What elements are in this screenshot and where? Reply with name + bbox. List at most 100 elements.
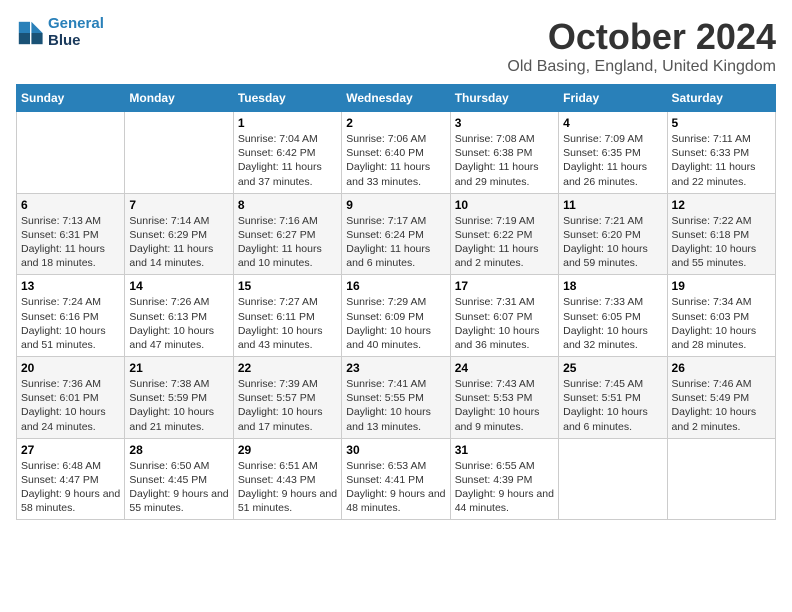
day-number: 7: [129, 198, 228, 212]
title-block: October 2024 Old Basing, England, United…: [507, 16, 776, 76]
week-row-5: 27 Sunrise: 6:48 AM Sunset: 4:47 PM Dayli…: [17, 438, 776, 520]
calendar-cell: 27 Sunrise: 6:48 AM Sunset: 4:47 PM Dayli…: [17, 438, 125, 520]
weekday-header-thursday: Thursday: [450, 85, 558, 112]
day-info: Sunrise: 7:34 AM Sunset: 6:03 PM Dayligh…: [672, 295, 771, 352]
calendar-cell: 11 Sunrise: 7:21 AM Sunset: 6:20 PM Dayli…: [559, 193, 667, 275]
location: Old Basing, England, United Kingdom: [507, 58, 776, 76]
month-title: October 2024: [507, 16, 776, 58]
day-number: 14: [129, 279, 228, 293]
day-number: 6: [21, 198, 120, 212]
weekday-header-wednesday: Wednesday: [342, 85, 450, 112]
day-number: 26: [672, 361, 771, 375]
day-number: 22: [238, 361, 337, 375]
day-info: Sunrise: 6:50 AM Sunset: 4:45 PM Dayligh…: [129, 459, 228, 516]
day-number: 21: [129, 361, 228, 375]
calendar-cell: 30 Sunrise: 6:53 AM Sunset: 4:41 PM Dayli…: [342, 438, 450, 520]
day-info: Sunrise: 7:08 AM Sunset: 6:38 PM Dayligh…: [455, 132, 554, 189]
calendar-cell: 28 Sunrise: 6:50 AM Sunset: 4:45 PM Dayli…: [125, 438, 233, 520]
logo-icon: [16, 19, 44, 47]
day-number: 25: [563, 361, 662, 375]
calendar-cell: 5Sunrise: 7:11 AM Sunset: 6:33 PM Daylig…: [667, 112, 775, 194]
day-number: 24: [455, 361, 554, 375]
day-number: 15: [238, 279, 337, 293]
day-number: 11: [563, 198, 662, 212]
day-info: Sunrise: 7:19 AM Sunset: 6:22 PM Dayligh…: [455, 214, 554, 271]
calendar-cell: 4 Sunrise: 7:09 AM Sunset: 6:35 PM Daylig…: [559, 112, 667, 194]
calendar-cell: 12Sunrise: 7:22 AM Sunset: 6:18 PM Dayli…: [667, 193, 775, 275]
calendar-table: SundayMondayTuesdayWednesdayThursdayFrid…: [16, 84, 776, 520]
calendar-cell: 23Sunrise: 7:41 AM Sunset: 5:55 PM Dayli…: [342, 357, 450, 439]
logo-text: General Blue: [48, 16, 104, 49]
calendar-cell: [667, 438, 775, 520]
calendar-cell: 6 Sunrise: 7:13 AM Sunset: 6:31 PM Daylig…: [17, 193, 125, 275]
page-header: General Blue October 2024 Old Basing, En…: [16, 16, 776, 76]
day-info: Sunrise: 7:09 AM Sunset: 6:35 PM Dayligh…: [563, 132, 662, 189]
day-number: 3: [455, 116, 554, 130]
day-info: Sunrise: 7:17 AM Sunset: 6:24 PM Dayligh…: [346, 214, 445, 271]
calendar-cell: 3 Sunrise: 7:08 AM Sunset: 6:38 PM Daylig…: [450, 112, 558, 194]
calendar-cell: 25 Sunrise: 7:45 AM Sunset: 5:51 PM Dayli…: [559, 357, 667, 439]
calendar-cell: 21 Sunrise: 7:38 AM Sunset: 5:59 PM Dayli…: [125, 357, 233, 439]
day-info: Sunrise: 7:38 AM Sunset: 5:59 PM Dayligh…: [129, 377, 228, 434]
day-number: 31: [455, 443, 554, 457]
weekday-header-row: SundayMondayTuesdayWednesdayThursdayFrid…: [17, 85, 776, 112]
weekday-header-friday: Friday: [559, 85, 667, 112]
day-info: Sunrise: 7:14 AM Sunset: 6:29 PM Dayligh…: [129, 214, 228, 271]
day-number: 18: [563, 279, 662, 293]
weekday-header-tuesday: Tuesday: [233, 85, 341, 112]
day-info: Sunrise: 7:31 AM Sunset: 6:07 PM Dayligh…: [455, 295, 554, 352]
calendar-cell: 29Sunrise: 6:51 AM Sunset: 4:43 PM Dayli…: [233, 438, 341, 520]
calendar-cell: 31 Sunrise: 6:55 AM Sunset: 4:39 PM Dayli…: [450, 438, 558, 520]
day-number: 16: [346, 279, 445, 293]
calendar-cell: 15Sunrise: 7:27 AM Sunset: 6:11 PM Dayli…: [233, 275, 341, 357]
week-row-3: 13Sunrise: 7:24 AM Sunset: 6:16 PM Dayli…: [17, 275, 776, 357]
day-number: 23: [346, 361, 445, 375]
day-info: Sunrise: 7:26 AM Sunset: 6:13 PM Dayligh…: [129, 295, 228, 352]
day-number: 28: [129, 443, 228, 457]
day-number: 27: [21, 443, 120, 457]
day-number: 1: [238, 116, 337, 130]
day-number: 9: [346, 198, 445, 212]
day-info: Sunrise: 7:29 AM Sunset: 6:09 PM Dayligh…: [346, 295, 445, 352]
calendar-cell: 13Sunrise: 7:24 AM Sunset: 6:16 PM Dayli…: [17, 275, 125, 357]
calendar-cell: 17 Sunrise: 7:31 AM Sunset: 6:07 PM Dayli…: [450, 275, 558, 357]
day-info: Sunrise: 6:53 AM Sunset: 4:41 PM Dayligh…: [346, 459, 445, 516]
day-number: 17: [455, 279, 554, 293]
calendar-cell: 1 Sunrise: 7:04 AM Sunset: 6:42 PM Daylig…: [233, 112, 341, 194]
day-info: Sunrise: 6:48 AM Sunset: 4:47 PM Dayligh…: [21, 459, 120, 516]
day-info: Sunrise: 7:33 AM Sunset: 6:05 PM Dayligh…: [563, 295, 662, 352]
day-info: Sunrise: 7:04 AM Sunset: 6:42 PM Dayligh…: [238, 132, 337, 189]
day-info: Sunrise: 7:39 AM Sunset: 5:57 PM Dayligh…: [238, 377, 337, 434]
calendar-cell: [125, 112, 233, 194]
day-info: Sunrise: 7:21 AM Sunset: 6:20 PM Dayligh…: [563, 214, 662, 271]
day-number: 30: [346, 443, 445, 457]
calendar-cell: 20 Sunrise: 7:36 AM Sunset: 6:01 PM Dayli…: [17, 357, 125, 439]
day-info: Sunrise: 7:24 AM Sunset: 6:16 PM Dayligh…: [21, 295, 120, 352]
day-number: 20: [21, 361, 120, 375]
calendar-cell: 16 Sunrise: 7:29 AM Sunset: 6:09 PM Dayli…: [342, 275, 450, 357]
calendar-cell: 10Sunrise: 7:19 AM Sunset: 6:22 PM Dayli…: [450, 193, 558, 275]
calendar-cell: 14 Sunrise: 7:26 AM Sunset: 6:13 PM Dayli…: [125, 275, 233, 357]
week-row-4: 20 Sunrise: 7:36 AM Sunset: 6:01 PM Dayli…: [17, 357, 776, 439]
day-info: Sunrise: 7:36 AM Sunset: 6:01 PM Dayligh…: [21, 377, 120, 434]
day-number: 2: [346, 116, 445, 130]
calendar-cell: [17, 112, 125, 194]
calendar-cell: 22 Sunrise: 7:39 AM Sunset: 5:57 PM Dayli…: [233, 357, 341, 439]
calendar-cell: 19 Sunrise: 7:34 AM Sunset: 6:03 PM Dayli…: [667, 275, 775, 357]
day-number: 8: [238, 198, 337, 212]
day-info: Sunrise: 7:11 AM Sunset: 6:33 PM Dayligh…: [672, 132, 771, 189]
calendar-cell: 24Sunrise: 7:43 AM Sunset: 5:53 PM Dayli…: [450, 357, 558, 439]
week-row-2: 6 Sunrise: 7:13 AM Sunset: 6:31 PM Daylig…: [17, 193, 776, 275]
logo: General Blue: [16, 16, 104, 49]
day-info: Sunrise: 7:45 AM Sunset: 5:51 PM Dayligh…: [563, 377, 662, 434]
day-info: Sunrise: 7:13 AM Sunset: 6:31 PM Dayligh…: [21, 214, 120, 271]
calendar-cell: 8Sunrise: 7:16 AM Sunset: 6:27 PM Daylig…: [233, 193, 341, 275]
calendar-cell: 26Sunrise: 7:46 AM Sunset: 5:49 PM Dayli…: [667, 357, 775, 439]
day-number: 19: [672, 279, 771, 293]
weekday-header-sunday: Sunday: [17, 85, 125, 112]
day-number: 4: [563, 116, 662, 130]
calendar-cell: 9 Sunrise: 7:17 AM Sunset: 6:24 PM Daylig…: [342, 193, 450, 275]
day-info: Sunrise: 7:06 AM Sunset: 6:40 PM Dayligh…: [346, 132, 445, 189]
day-info: Sunrise: 6:55 AM Sunset: 4:39 PM Dayligh…: [455, 459, 554, 516]
calendar-cell: 18 Sunrise: 7:33 AM Sunset: 6:05 PM Dayli…: [559, 275, 667, 357]
